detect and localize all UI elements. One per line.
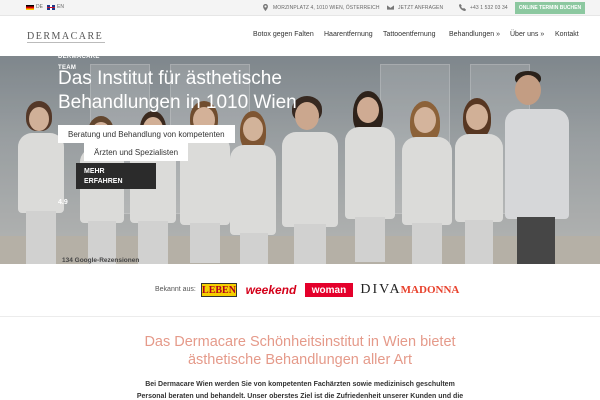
hero-title-line: Das Institut für ästhetische (58, 68, 282, 89)
inquiry-text: JETZT ANFRAGEN (398, 4, 444, 11)
top-utility-bar: DE EN MORZINPLATZ 4, 1010 WIEN, ÖSTERREI… (0, 0, 600, 16)
press-logo-diva: DIVA (360, 282, 402, 297)
learn-more-button[interactable]: MEHR ERFAHREN (76, 163, 156, 189)
uk-flag-icon (47, 4, 55, 10)
intro-text-line: Bei Dermacare Wien werden Sie von kompet… (145, 381, 455, 388)
nav-haarentfernung[interactable]: Haarentfernung (324, 31, 373, 38)
rating-value: 4.9 (58, 199, 68, 206)
press-logo-weekend: weekend (245, 283, 297, 297)
learn-more-label: ERFAHREN (84, 178, 123, 185)
hero-brand: DERMACARE (58, 54, 100, 60)
hero-title: Das Institut für ästhetische Behandlunge… (58, 67, 358, 115)
hero-subtitle-line: Beratung und Behandlung von kompetenten (58, 125, 235, 143)
hero-title-line: Behandlungen in 1010 Wien (58, 92, 297, 113)
press-logo-madonna: MADONNA (400, 284, 460, 296)
press-label: Bekannt aus: (155, 286, 196, 293)
location-pin-icon (263, 4, 268, 11)
intro-text-line: Personal beraten und behandelt. Unser ob… (136, 393, 464, 400)
address-link[interactable]: MORZINPLATZ 4, 1010 WIEN, ÖSTERREICH (262, 4, 380, 11)
nav-kontakt[interactable]: Kontakt (555, 31, 579, 38)
address-text: MORZINPLATZ 4, 1010 WIEN, ÖSTERREICH (273, 4, 380, 11)
logo-underline (27, 42, 105, 43)
language-de[interactable]: DE (26, 4, 43, 10)
inquiry-link[interactable]: JETZT ANFRAGEN (387, 4, 443, 11)
main-header: DERMACARE Botox gegen Falten Haarentfern… (0, 16, 600, 56)
intro-text: Bei Dermacare Wien werden Sie von kompet… (120, 379, 480, 400)
nav-ueber-uns[interactable]: Über uns » (510, 31, 544, 38)
section-divider (0, 316, 600, 317)
language-en[interactable]: EN (47, 4, 64, 10)
phone-icon (459, 4, 466, 11)
press-logo-leben: LEBEN (201, 283, 237, 297)
logo[interactable]: DERMACARE (27, 31, 103, 42)
phone-link[interactable]: +43 1 532 03 34 (459, 4, 508, 11)
intro-heading-line: Das Dermacare Schönheitsinstitut in Wien… (144, 334, 456, 350)
book-online-button[interactable]: ONLINE TERMIN BUCHEN (515, 2, 585, 14)
envelope-icon (387, 5, 394, 10)
press-logo-woman: woman (305, 283, 353, 297)
intro-heading-line: ästhetische Behandlungen aller Art (187, 352, 413, 368)
learn-more-label: MEHR (84, 168, 105, 175)
language-en-label: EN (57, 4, 64, 10)
phone-text: +43 1 532 03 34 (470, 4, 508, 11)
german-flag-icon (26, 4, 34, 10)
nav-botox[interactable]: Botox gegen Falten (253, 31, 314, 38)
intro-heading: Das Dermacare Schönheitsinstitut in Wien… (100, 333, 500, 369)
language-de-label: DE (36, 4, 43, 10)
hero-subtitle-line: Ärzten und Spezialisten (84, 143, 189, 161)
google-reviews-link[interactable]: 134 Google-Rezensionen (62, 257, 139, 264)
nav-tattooentfernung[interactable]: Tattooentfernung (383, 31, 436, 38)
nav-behandlungen[interactable]: Behandlungen » (449, 31, 500, 38)
